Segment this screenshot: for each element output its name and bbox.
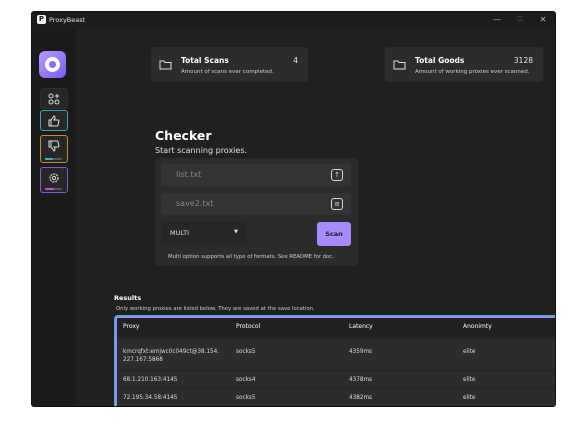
- stat-title: Total Goods: [415, 56, 465, 65]
- checker-panel: list.txt ↑ save2.txt ≡ MULTI ▼ Scan Mult…: [155, 158, 358, 266]
- main-content: Total Scans 4 Amount of scans ever compl…: [76, 28, 555, 406]
- protocol-cell: socks4: [236, 377, 256, 383]
- thumbs-down-icon: [48, 140, 60, 152]
- stat-value: 3128: [513, 56, 533, 65]
- mode-selected-value: MULTI: [170, 229, 189, 237]
- chevron-down-icon: ▼: [234, 229, 238, 235]
- mode-select[interactable]: MULTI ▼: [161, 222, 247, 245]
- input-file-name: list.txt: [176, 170, 202, 179]
- upload-icon[interactable]: ↑: [331, 169, 343, 181]
- folder-icon: [159, 60, 172, 70]
- settings-progress-bar: [45, 188, 62, 190]
- sidebar-item-bad[interactable]: [40, 135, 68, 163]
- results-title: Results: [114, 294, 142, 302]
- checker-title: Checker: [155, 128, 212, 143]
- stat-description: Amount of scans ever completed.: [181, 69, 274, 75]
- anonymity-cell: elite: [463, 377, 476, 383]
- maximize-button[interactable]: ☐: [511, 14, 529, 26]
- checker-subtitle: Start scanning proxies.: [155, 146, 248, 155]
- sidebar: [32, 28, 76, 406]
- proxy-cell: 72.195.34.58:4145: [123, 395, 178, 401]
- protocol-cell: socks5: [236, 349, 256, 355]
- table-row[interactable]: 68.1.210.163:4145 socks4 4378ms elite: [117, 371, 555, 389]
- latency-cell: 4378ms: [349, 377, 372, 383]
- column-header-latency[interactable]: Latency: [349, 323, 373, 330]
- protocol-cell: socks5: [236, 395, 256, 401]
- app-logo: [39, 51, 66, 78]
- minimize-button[interactable]: —: [488, 14, 506, 26]
- latency-cell: 4382ms: [349, 395, 372, 401]
- latency-cell: 4359ms: [349, 349, 372, 355]
- app-logo-icon: P: [37, 15, 46, 24]
- window-title: ProxyBeast: [49, 16, 86, 24]
- scan-button[interactable]: Scan: [317, 222, 351, 246]
- stat-value: 4: [293, 56, 298, 65]
- table-header: Proxy Protocol Latency Anonimty: [117, 318, 555, 337]
- close-button[interactable]: ✕: [534, 14, 552, 26]
- folder-icon: [393, 60, 406, 70]
- stat-description: Amount of working proxies ever scanned.: [415, 69, 530, 75]
- anonymity-cell: elite: [463, 395, 476, 401]
- mode-hint: Multi option supports all type of format…: [168, 254, 334, 260]
- thumbs-up-icon: [48, 115, 60, 127]
- stat-card-total-scans: Total Scans 4 Amount of scans ever compl…: [151, 47, 308, 82]
- app-window: P ProxyBeast — ☐ ✕ Total Scans 4 Amount …: [32, 12, 555, 406]
- column-header-proxy[interactable]: Proxy: [123, 323, 139, 330]
- input-file-field[interactable]: list.txt ↑: [161, 164, 351, 186]
- output-file-field[interactable]: save2.txt ≡: [161, 193, 351, 215]
- save-file-icon[interactable]: ≡: [331, 198, 343, 210]
- anonymity-cell: elite: [463, 349, 476, 355]
- proxy-cell: 68.1.210.163:4145: [123, 377, 178, 383]
- table-row[interactable]: kmcrqfxt:emjwc0c049ct@38.154. 227.167:58…: [117, 340, 555, 371]
- stat-title: Total Scans: [181, 56, 229, 65]
- title-bar: P ProxyBeast — ☐ ✕: [32, 12, 555, 28]
- column-header-anonymity[interactable]: Anonimty: [463, 323, 492, 330]
- column-header-protocol[interactable]: Protocol: [236, 323, 260, 330]
- sidebar-item-settings[interactable]: [40, 167, 68, 193]
- proxy-cell-continued: 227.167:5868: [123, 357, 163, 363]
- bad-progress-bar: [45, 158, 62, 160]
- sidebar-item-apps[interactable]: [40, 88, 68, 109]
- stat-card-total-goods: Total Goods 3128 Amount of working proxi…: [385, 47, 543, 82]
- gear-icon: [49, 173, 59, 183]
- results-table: Proxy Protocol Latency Anonimty kmcrqfxt…: [115, 316, 555, 406]
- sidebar-item-good[interactable]: [40, 110, 68, 131]
- results-subtitle: Only working proxies are listed below. T…: [116, 306, 315, 312]
- apps-add-icon: [48, 93, 60, 105]
- table-row[interactable]: 72.195.34.58:4145 socks5 4382ms elite: [117, 389, 555, 406]
- proxy-cell: kmcrqfxt:emjwc0c049ct@38.154.: [123, 349, 220, 355]
- output-file-name: save2.txt: [176, 199, 214, 208]
